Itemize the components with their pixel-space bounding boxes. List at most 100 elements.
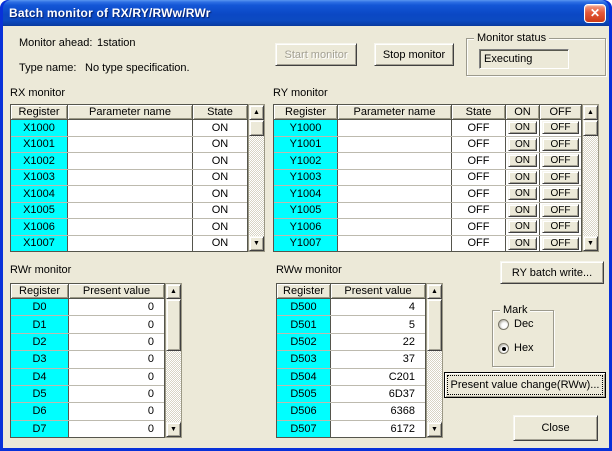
rww-table-header: Register Present value <box>277 284 425 299</box>
rww-header-present-value: Present value <box>331 284 425 298</box>
rww-table-scrollbar[interactable]: ▲ ▼ <box>426 283 443 438</box>
rwr-table-row: D3 0 <box>11 351 164 368</box>
rwr-register-cell: D1 <box>11 316 69 332</box>
ry-batch-write-button[interactable]: RY batch write... <box>500 261 604 284</box>
title-bar[interactable]: Batch monitor of RX/RY/RWw/RWr <box>0 0 612 26</box>
rww-scroll-down-icon[interactable]: ▼ <box>427 422 442 437</box>
mark-option-dec[interactable]: Dec <box>498 318 534 330</box>
rww-scrollbar-thumb[interactable] <box>427 299 442 351</box>
rx-state-cell: ON <box>193 153 247 169</box>
ry-on-button[interactable]: ON <box>508 138 537 151</box>
ry-off-button[interactable]: OFF <box>542 204 579 217</box>
rx-register-cell: X1007 <box>11 236 68 252</box>
rx-register-cell: X1003 <box>11 170 68 186</box>
rx-state-cell: ON <box>193 203 247 219</box>
stop-monitor-button[interactable]: Stop monitor <box>374 43 454 66</box>
ry-off-cell: OFF <box>540 153 581 169</box>
dec-radio-label: Dec <box>514 318 534 330</box>
ry-table-row: Y1006 OFF ON OFF <box>274 219 581 236</box>
hex-radio-icon[interactable] <box>498 343 509 354</box>
ry-parameter-cell <box>338 186 452 202</box>
ry-off-button[interactable]: OFF <box>542 154 579 167</box>
start-monitor-button[interactable]: Start monitor <box>275 43 357 66</box>
rww-table-row: D504 C201 <box>277 369 425 386</box>
rwr-table-scrollbar[interactable]: ▲ ▼ <box>165 283 182 438</box>
monitor-ahead-label: Monitor ahead: <box>19 37 92 49</box>
ry-register-cell: Y1000 <box>274 120 338 136</box>
ry-scroll-down-icon[interactable]: ▼ <box>583 236 598 251</box>
rx-register-cell: X1001 <box>11 137 68 153</box>
rww-value-cell: 6368 <box>331 403 425 419</box>
rww-value-cell: 22 <box>331 334 425 350</box>
rx-parameter-cell <box>68 236 193 252</box>
ry-state-cell: OFF <box>452 120 506 136</box>
ry-table-row: Y1003 OFF ON OFF <box>274 170 581 187</box>
rww-scroll-up-icon[interactable]: ▲ <box>427 284 442 299</box>
rww-register-cell: D504 <box>277 369 331 385</box>
ry-off-button[interactable]: OFF <box>542 138 579 151</box>
close-button[interactable]: Close <box>513 415 598 441</box>
rww-table-row: D506 6368 <box>277 403 425 420</box>
ry-on-button[interactable]: ON <box>508 171 537 184</box>
rx-scrollbar-thumb[interactable] <box>249 120 264 136</box>
rww-table-row: D503 37 <box>277 351 425 368</box>
rx-table-body: X1000 ON X1001 ON X1002 ON X1003 <box>11 120 247 251</box>
ry-parameter-cell <box>338 236 452 252</box>
rwr-register-cell: D3 <box>11 351 69 367</box>
ry-on-button[interactable]: ON <box>508 204 537 217</box>
ry-header-on: ON <box>506 105 540 119</box>
ry-on-button[interactable]: ON <box>508 187 537 200</box>
rx-table-scrollbar[interactable]: ▲ ▼ <box>248 104 265 252</box>
hex-radio-label: Hex <box>514 342 534 354</box>
rx-monitor-table: Register Parameter name State X1000 ON X… <box>10 104 248 252</box>
mark-group-label: Mark <box>500 304 530 316</box>
rx-parameter-cell <box>68 137 193 153</box>
rww-register-cell: D506 <box>277 403 331 419</box>
rx-state-cell: ON <box>193 120 247 136</box>
rwr-scrollbar-thumb[interactable] <box>166 299 181 351</box>
rx-scroll-up-icon[interactable]: ▲ <box>249 105 264 120</box>
ry-on-button[interactable]: ON <box>508 121 537 134</box>
ry-off-button[interactable]: OFF <box>542 237 579 250</box>
rww-register-cell: D507 <box>277 421 331 437</box>
ry-state-cell: OFF <box>452 236 506 252</box>
rww-register-cell: D505 <box>277 386 331 402</box>
rx-header-parameter: Parameter name <box>68 105 193 119</box>
ry-parameter-cell <box>338 137 452 153</box>
rx-table-header: Register Parameter name State <box>11 105 247 120</box>
rx-table-row: X1006 ON <box>11 219 247 236</box>
ry-scroll-up-icon[interactable]: ▲ <box>583 105 598 120</box>
rwr-scroll-up-icon[interactable]: ▲ <box>166 284 181 299</box>
rww-table-row: D501 5 <box>277 316 425 333</box>
ry-off-cell: OFF <box>540 203 581 219</box>
ry-on-button[interactable]: ON <box>508 237 537 250</box>
ry-scrollbar-thumb[interactable] <box>583 120 598 136</box>
rx-scroll-down-icon[interactable]: ▼ <box>249 236 264 251</box>
rwr-table-row: D6 0 <box>11 403 164 420</box>
ry-off-button[interactable]: OFF <box>542 187 579 200</box>
ry-on-button[interactable]: ON <box>508 154 537 167</box>
rww-register-cell: D502 <box>277 334 331 350</box>
ry-table-body: Y1000 OFF ON OFF Y1001 OFF ON <box>274 120 581 251</box>
rwr-register-cell: D5 <box>11 386 69 402</box>
rwr-value-cell: 0 <box>69 421 164 437</box>
ry-on-button[interactable]: ON <box>508 220 537 233</box>
mark-option-hex[interactable]: Hex <box>498 342 534 354</box>
close-icon[interactable]: ✕ <box>584 4 606 23</box>
rx-register-cell: X1004 <box>11 186 68 202</box>
dec-radio-icon[interactable] <box>498 319 509 330</box>
rwr-scroll-down-icon[interactable]: ▼ <box>166 422 181 437</box>
dialog-window: Batch monitor of RX/RY/RWw/RWr ✕ Monitor… <box>0 0 612 451</box>
ry-table-scrollbar[interactable]: ▲ ▼ <box>582 104 599 252</box>
present-value-change-button[interactable]: Present value change(RWw)... <box>444 372 606 398</box>
ry-register-cell: Y1007 <box>274 236 338 252</box>
ry-off-button[interactable]: OFF <box>542 220 579 233</box>
ry-on-cell: ON <box>506 219 540 235</box>
ry-off-button[interactable]: OFF <box>542 171 579 184</box>
ry-on-cell: ON <box>506 153 540 169</box>
ry-table-row: Y1002 OFF ON OFF <box>274 153 581 170</box>
rww-table-row: D502 22 <box>277 334 425 351</box>
ry-off-button[interactable]: OFF <box>542 121 579 134</box>
ry-off-cell: OFF <box>540 236 581 252</box>
ry-monitor-label: RY monitor <box>273 87 328 99</box>
